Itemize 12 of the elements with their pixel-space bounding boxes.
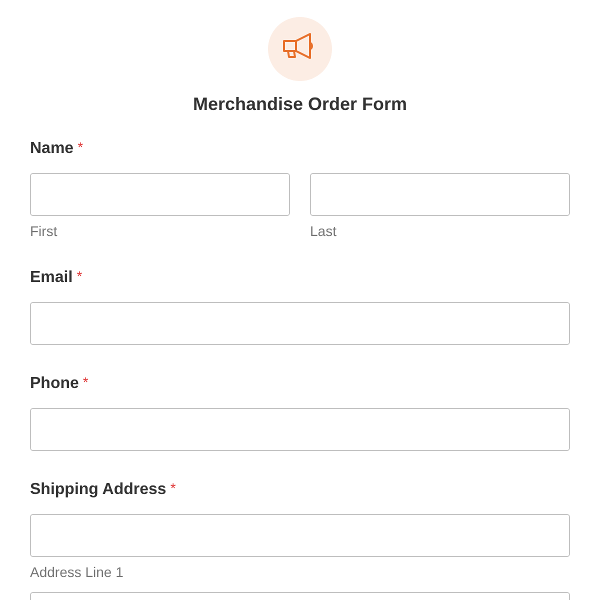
field-label: Name [30, 139, 74, 159]
sublabel: First [30, 223, 58, 239]
form-title: Merchandise Order Form [192, 93, 408, 115]
required-asterisk: * [76, 268, 82, 284]
required-asterisk: * [82, 374, 88, 390]
sublabel: Address Line 1 [30, 564, 124, 580]
required-asterisk: * [78, 139, 84, 155]
field-label: Phone [30, 374, 79, 394]
sublabel: Last [310, 223, 338, 239]
field-label: Email [30, 268, 73, 288]
required-asterisk: * [170, 480, 176, 496]
field-label: Shipping Address [30, 480, 166, 500]
